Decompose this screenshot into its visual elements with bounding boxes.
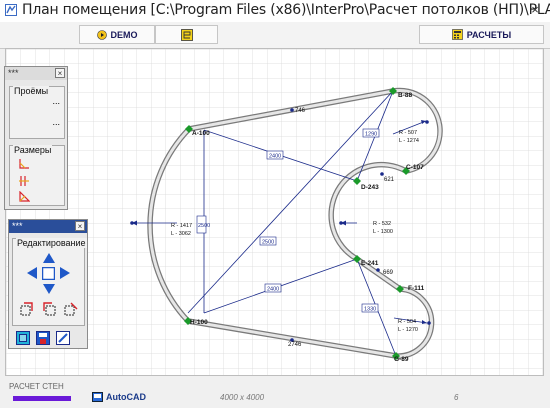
openings-title: Проёмы bbox=[13, 86, 50, 96]
vertex-c: C-107 bbox=[406, 164, 424, 171]
arc-fg-length: L - 1270 bbox=[398, 327, 418, 333]
move-right-icon[interactable] bbox=[60, 267, 70, 279]
demo-label: DEMO bbox=[110, 29, 138, 40]
edit-panel-close[interactable]: × bbox=[75, 221, 85, 231]
window-title: План помещения [C:\Program Files (x86)\I… bbox=[22, 2, 550, 18]
diag-label-bd: 1290 bbox=[365, 132, 377, 138]
app-window: План помещения [C:\Program Files (x86)\I… bbox=[0, 0, 550, 408]
move-up-icon[interactable] bbox=[43, 253, 55, 263]
edit-title: Редактирование bbox=[16, 238, 87, 248]
demo-button[interactable]: DEMO bbox=[79, 25, 155, 44]
edge-label-ab: 746 bbox=[295, 108, 306, 114]
title-bar: План помещения [C:\Program Files (x86)\I… bbox=[0, 0, 550, 23]
calculations-label: РАСЧЕТЫ bbox=[466, 29, 512, 40]
status-caption: РАСЧЕТ СТЕН bbox=[9, 382, 64, 391]
status-bar: РАСЧЕТ СТЕН AutoCAD 4000 x 4000 6 bbox=[0, 376, 550, 408]
diag-label-ad: 2400 bbox=[269, 154, 281, 160]
dimension-diagonal-icon[interactable] bbox=[18, 191, 30, 203]
calculations-button[interactable]: РАСЧЕТЫ bbox=[419, 25, 544, 44]
vertex-f: F-111 bbox=[408, 285, 425, 292]
vertex-h: H-100 bbox=[190, 319, 208, 326]
rotate-left-icon[interactable] bbox=[20, 302, 34, 316]
fill-color-icon[interactable] bbox=[16, 331, 30, 345]
edit-group: Редактирование bbox=[12, 238, 87, 326]
play-icon bbox=[96, 29, 107, 40]
edge-label-cd: 621 bbox=[384, 177, 395, 183]
autocad-button[interactable]: AutoCAD bbox=[92, 392, 146, 402]
vertex-g: G-89 bbox=[394, 356, 409, 363]
rotate-right-icon[interactable] bbox=[42, 302, 56, 316]
sizes-title: Размеры bbox=[13, 145, 53, 155]
tools-panel-close[interactable]: × bbox=[55, 68, 65, 78]
arc-de-radius: R - 532 bbox=[373, 221, 391, 227]
canvas-dimensions: 4000 x 4000 bbox=[220, 393, 265, 402]
diag-label-he: 2400 bbox=[267, 287, 279, 293]
tools-panel: *** × Проёмы ... ... Размеры bbox=[4, 66, 68, 210]
openings-item-2[interactable]: ... bbox=[52, 117, 60, 127]
autocad-label: AutoCAD bbox=[106, 392, 146, 402]
arc-de-length: L - 1300 bbox=[373, 229, 393, 235]
arc-left-length: L - 3062 bbox=[171, 231, 191, 237]
diag-label-ge: 1330 bbox=[364, 307, 376, 313]
vertex-e: E-241 bbox=[361, 260, 379, 267]
edge-label-gh: 2746 bbox=[288, 342, 302, 348]
edit-properties-icon[interactable] bbox=[56, 331, 70, 345]
openings-item-1[interactable]: ... bbox=[52, 96, 60, 106]
diag-label-hd: 2500 bbox=[262, 240, 274, 246]
arc-bc-radius: R - 507 bbox=[399, 130, 417, 136]
arc-left-radius: R - 1417 bbox=[171, 223, 192, 229]
edge-label-ef: 669 bbox=[383, 270, 394, 276]
calculator-icon bbox=[451, 29, 463, 40]
grid-layout-icon bbox=[180, 28, 193, 41]
autocad-icon bbox=[92, 392, 103, 402]
sizes-group: Размеры bbox=[9, 145, 65, 206]
dimension-angle-icon[interactable] bbox=[18, 158, 30, 170]
dimension-height-icon[interactable] bbox=[18, 175, 30, 187]
page-number: 6 bbox=[454, 393, 459, 402]
arc-fg-radius: R - 504 bbox=[398, 319, 416, 325]
close-button[interactable]: × bbox=[526, 3, 544, 18]
openings-group: Проёмы ... ... bbox=[9, 86, 65, 139]
edit-panel: *** × Редактирование bbox=[8, 219, 88, 349]
progress-bar bbox=[13, 396, 71, 401]
center-icon[interactable] bbox=[42, 267, 55, 280]
move-down-icon[interactable] bbox=[43, 284, 55, 294]
vertex-a: A-100 bbox=[192, 130, 210, 137]
arc-bc-length: L - 1274 bbox=[399, 138, 419, 144]
diag-label-ah: 2500 bbox=[198, 223, 210, 229]
move-left-icon[interactable] bbox=[27, 267, 37, 279]
save-icon[interactable] bbox=[36, 331, 50, 345]
app-icon bbox=[5, 4, 17, 16]
mirror-icon[interactable] bbox=[64, 302, 78, 316]
vertex-d: D-243 bbox=[361, 184, 379, 191]
vertex-b: B-88 bbox=[398, 92, 412, 99]
toolbar: DEMO РАСЧЕТЫ bbox=[0, 22, 550, 49]
layout-button[interactable] bbox=[155, 25, 218, 44]
